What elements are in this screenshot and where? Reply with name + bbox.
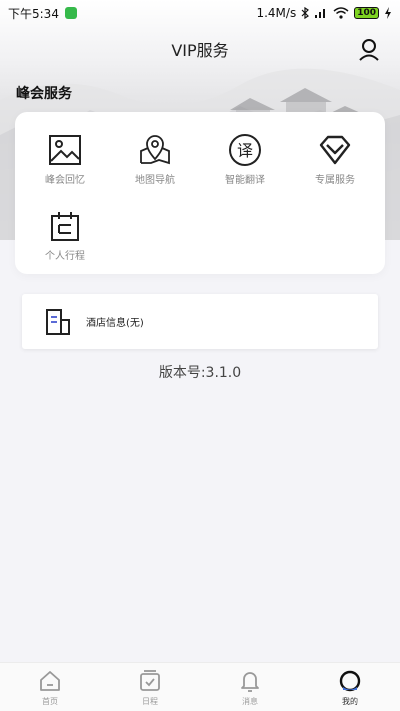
- service-label: 专属服务: [315, 175, 355, 186]
- image-icon: [47, 132, 83, 168]
- charging-icon: [385, 7, 391, 19]
- service-label: 智能翻译: [225, 175, 265, 186]
- service-card: 峰会回忆 地图导航 译 智能翻译 专属服务 个人行程: [15, 112, 385, 274]
- app-header: VIP服务: [0, 32, 400, 66]
- svg-text:译: 译: [237, 141, 253, 160]
- home-icon: [40, 671, 60, 691]
- schedule-icon: [140, 670, 160, 691]
- tab-mine[interactable]: 我的: [300, 663, 400, 711]
- tab-messages[interactable]: 消息: [200, 663, 300, 711]
- bell-icon: [241, 672, 259, 692]
- app-version: 版本号:3.1.0: [158, 365, 242, 381]
- profile-icon: [339, 670, 361, 692]
- page-title: VIP服务: [171, 41, 229, 60]
- tab-label: 日程: [142, 697, 158, 706]
- section-title: 峰会服务: [16, 86, 72, 102]
- tab-label: 首页: [42, 697, 58, 706]
- translate-icon: 译: [227, 132, 263, 168]
- wechat-notification-icon: [64, 7, 77, 19]
- service-exclusive[interactable]: 专属服务: [289, 132, 381, 196]
- user-icon[interactable]: [358, 38, 380, 62]
- diamond-icon: [317, 132, 353, 168]
- wifi-icon: [333, 7, 349, 19]
- calendar-icon: [47, 208, 83, 244]
- bluetooth-icon: [301, 7, 310, 19]
- status-time: 下午5:34: [8, 6, 59, 21]
- battery-indicator: 100: [354, 7, 379, 19]
- service-personal-itinerary[interactable]: 个人行程: [19, 208, 111, 272]
- service-label: 个人行程: [45, 251, 85, 262]
- hotel-info-label: 酒店信息(无): [86, 318, 144, 329]
- building-icon: [46, 308, 70, 335]
- service-smart-translate[interactable]: 译 智能翻译: [199, 132, 291, 196]
- tab-home[interactable]: 首页: [0, 663, 100, 711]
- tab-schedule[interactable]: 日程: [100, 663, 200, 711]
- signal-icon: [315, 9, 326, 18]
- service-summit-memories[interactable]: 峰会回忆: [19, 132, 111, 196]
- service-map-navigation[interactable]: 地图导航: [109, 132, 201, 196]
- hotel-info-bar[interactable]: 酒店信息(无): [22, 294, 378, 349]
- tab-label: 消息: [242, 697, 258, 706]
- service-label: 峰会回忆: [45, 175, 85, 186]
- service-label: 地图导航: [135, 175, 175, 186]
- network-speed: 1.4M/s: [256, 6, 297, 20]
- tab-label: 我的: [342, 697, 358, 706]
- bottom-tab-bar: 首页 日程 消息 我的: [0, 662, 400, 711]
- map-pin-icon: [137, 132, 173, 168]
- status-bar: 下午5:34 1.4M/s 100: [0, 0, 400, 26]
